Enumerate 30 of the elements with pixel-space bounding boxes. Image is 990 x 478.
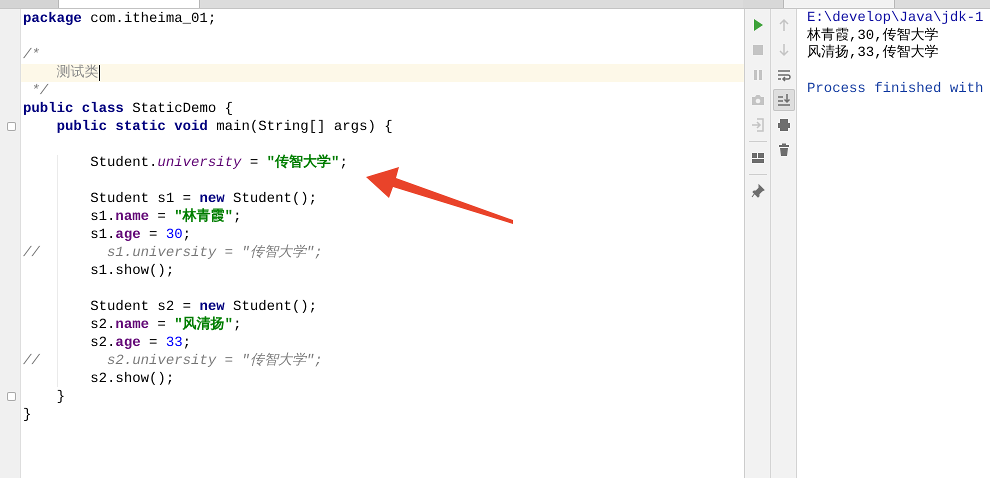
console-line: E:\develop\Java\jdk-1 bbox=[807, 10, 984, 28]
code-line: Student.university = "传智大学"; bbox=[89, 153, 348, 172]
code-line: s2.show(); bbox=[89, 370, 174, 388]
fold-marker[interactable] bbox=[7, 122, 16, 131]
console-line: 林青霞,30,传智大学 bbox=[807, 28, 940, 44]
pin-icon bbox=[748, 182, 766, 200]
code-line: Student s2 = new Student(); bbox=[89, 298, 318, 316]
code-line: /* bbox=[22, 46, 40, 64]
fold-marker[interactable] bbox=[7, 392, 16, 401]
code-line: */ bbox=[30, 82, 48, 100]
code-line: public static void main(String[] args) { bbox=[56, 118, 393, 136]
code-line: package com.itheima_01; bbox=[22, 10, 216, 28]
scroll-end-icon-button[interactable] bbox=[772, 89, 794, 111]
code-line: } bbox=[22, 406, 32, 424]
code-line: Student s1 = new Student(); bbox=[89, 190, 318, 208]
code-line: s2.age = 33; bbox=[89, 334, 192, 352]
code-line: s1.name = "林青霞"; bbox=[89, 208, 242, 226]
console-line: Process finished with bbox=[807, 80, 984, 98]
console-line: 风清扬,33,传智大学 bbox=[807, 45, 940, 62]
code-line: public class StaticDemo { bbox=[22, 100, 234, 118]
code-line: } bbox=[56, 388, 66, 406]
run-tab[interactable] bbox=[783, 0, 895, 8]
editor-tab[interactable] bbox=[59, 0, 200, 8]
code-line: s1.show(); bbox=[89, 262, 174, 280]
code-line: s1.age = 30; bbox=[89, 226, 192, 244]
tool-window-tab[interactable] bbox=[743, 0, 783, 8]
code-line: // s2.university = "传智大学"; bbox=[22, 352, 323, 370]
editor-tab[interactable] bbox=[0, 0, 59, 8]
code-line: // s1.university = "传智大学"; bbox=[22, 244, 323, 262]
code-line: s2.name = "风清扬"; bbox=[89, 316, 242, 334]
